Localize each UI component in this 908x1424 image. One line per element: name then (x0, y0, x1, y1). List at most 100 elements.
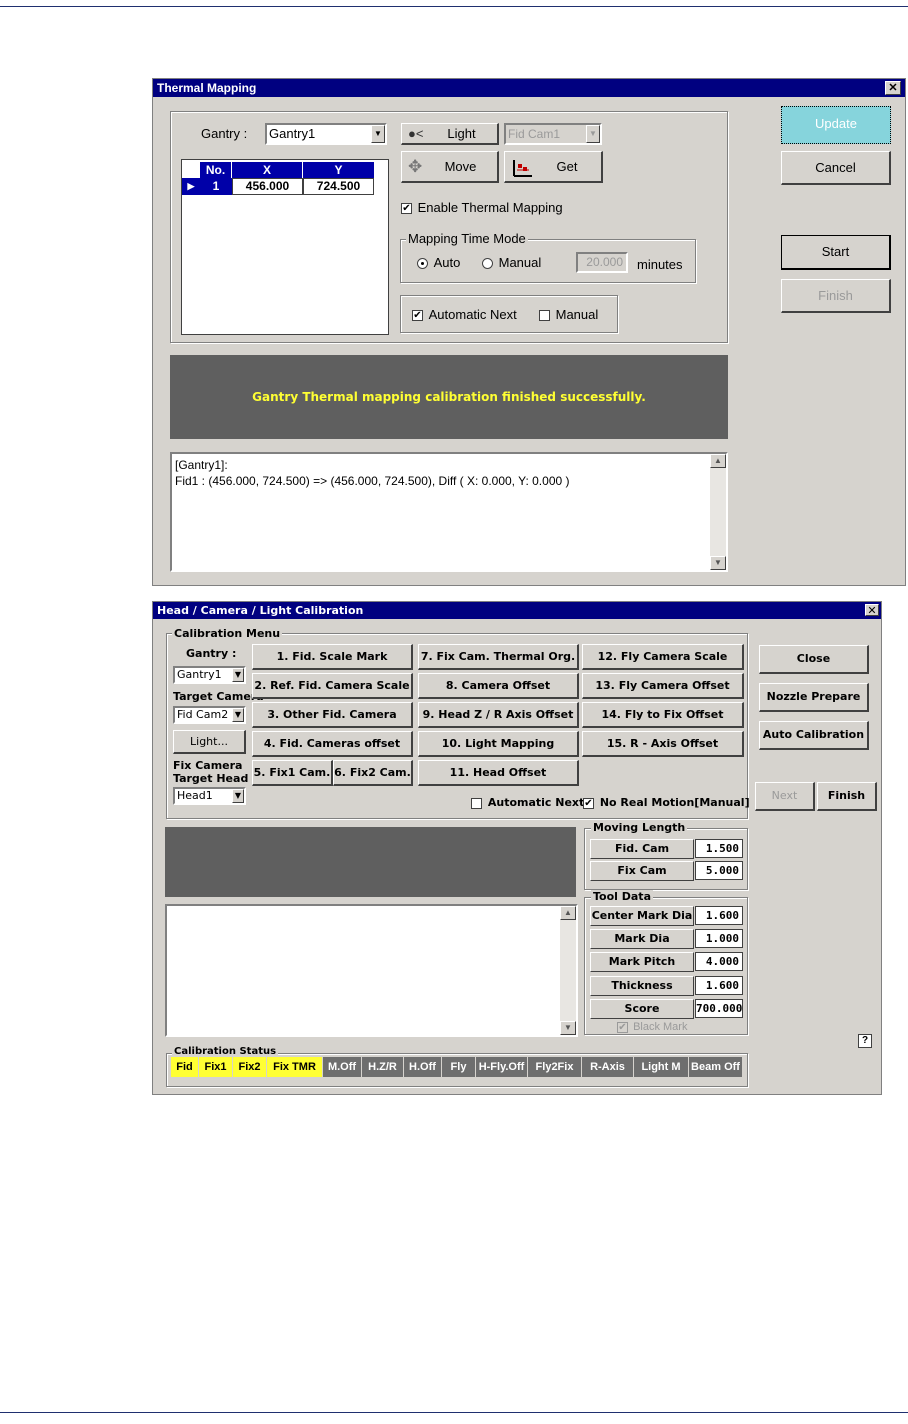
row-selector-icon: ▶ (182, 178, 200, 195)
score-input[interactable]: 700.000 (695, 999, 743, 1018)
auto-calibration-button[interactable]: Auto Calibration (759, 721, 869, 750)
log-line: Fid1 : (456.000, 724.500) => (456.000, 7… (175, 474, 570, 488)
thickness-input[interactable]: 1.600 (695, 976, 743, 995)
target-camera-select[interactable]: Fid Cam2 ▼ (173, 706, 246, 724)
status-cell-fix2: Fix2 (233, 1057, 267, 1077)
menu-fly-camera-scale-button[interactable]: 12. Fly Camera Scale (582, 644, 744, 670)
manual-radio[interactable]: Manual (482, 255, 541, 270)
mapping-time-mode-legend: Mapping Time Mode (406, 231, 528, 246)
menu-fix-cam-thermal-org-button[interactable]: 7. Fix Cam. Thermal Org. (418, 644, 579, 670)
get-position-icon (513, 160, 532, 177)
light-button[interactable]: ●< Light (401, 123, 499, 145)
target-head-select[interactable]: Head1 ▼ (173, 787, 246, 805)
value-text: 1.600 (705, 979, 739, 992)
chevron-down-icon[interactable]: ▼ (232, 668, 244, 682)
menu-label: 4. Fid. Cameras offset (263, 737, 401, 750)
status-strip: Fid Fix1 Fix2 Fix TMR M.Off H.Z/R H.Off … (171, 1057, 743, 1077)
fiducial-table[interactable]: No. X Y ▶ 1 456.000 724.500 (181, 159, 389, 335)
close-label: Close (796, 652, 831, 665)
label-text: Center Mark Dia (591, 909, 693, 922)
auto-next-check-icon[interactable]: ✔ (412, 310, 423, 322)
menu-fid-cameras-offset-button[interactable]: 4. Fid. Cameras offset (252, 731, 413, 757)
center-mark-dia-input[interactable]: 1.600 (695, 906, 743, 925)
manual-next-check-icon[interactable] (539, 310, 550, 322)
cell-y[interactable]: 724.500 (303, 178, 374, 195)
scroll-up-icon[interactable]: ▲ (560, 906, 576, 920)
col-header-x: X (232, 162, 303, 178)
menu-label: 5. Fix1 Cam. (253, 766, 331, 779)
update-button[interactable]: Update (781, 106, 891, 144)
gantry-value: Gantry1 (269, 126, 316, 141)
chevron-down-icon[interactable]: ▼ (232, 708, 244, 722)
get-button[interactable]: Get (504, 151, 603, 183)
log-box[interactable]: ▲ ▼ (165, 904, 578, 1037)
scroll-down-icon[interactable]: ▼ (710, 556, 726, 570)
no-real-motion-checkbox[interactable]: ✔ No Real Motion[Manual] (583, 796, 750, 809)
value-text: 4.000 (705, 955, 739, 968)
menu-fix1-cam-button[interactable]: 5. Fix1 Cam. (252, 760, 333, 786)
menu-other-fid-camera-scale-button[interactable]: 3. Other Fid. Camera Scale (252, 702, 413, 744)
status-cell-h-zr: H.Z/R (362, 1057, 404, 1077)
menu-fly-to-fix-offset-button[interactable]: 14. Fly to Fix Offset (582, 702, 744, 728)
enable-thermal-checkbox[interactable]: ✔ Enable Thermal Mapping (401, 200, 563, 215)
help-icon[interactable]: ? (858, 1034, 872, 1048)
menu-head-zr-axis-offset-button[interactable]: 9. Head Z / R Axis Offset (418, 702, 579, 728)
scroll-up-icon[interactable]: ▲ (710, 454, 726, 468)
fid-cam-length-input[interactable]: 1.500 (695, 839, 743, 858)
menu-r-axis-offset-button[interactable]: 15. R - Axis Offset (582, 731, 744, 757)
chevron-down-icon[interactable]: ▼ (371, 125, 385, 143)
menu-label: 12. Fly Camera Scale (597, 650, 728, 663)
close-button[interactable]: Close (759, 645, 869, 674)
menu-label: 14. Fly to Fix Offset (601, 708, 724, 721)
log-scrollbar[interactable]: ▲ ▼ (710, 454, 726, 570)
close-icon[interactable]: ✕ (885, 81, 901, 95)
score-label: Score (590, 999, 694, 1019)
mark-pitch-input[interactable]: 4.000 (695, 952, 743, 971)
no-real-motion-check-icon[interactable]: ✔ (583, 797, 594, 809)
scroll-down-icon[interactable]: ▼ (560, 1021, 576, 1035)
menu-label: 13. Fly Camera Offset (595, 679, 730, 692)
automatic-next-checkbox[interactable]: Automatic Next (471, 796, 584, 809)
nozzle-prepare-button[interactable]: Nozzle Prepare (759, 683, 869, 712)
start-button[interactable]: Start (781, 235, 891, 270)
auto-radio[interactable]: Auto (417, 255, 460, 270)
fix-cam-length-input[interactable]: 5.000 (695, 861, 743, 880)
menu-camera-offset-button[interactable]: 8. Camera Offset (418, 673, 579, 699)
radio-unselected-icon[interactable] (482, 258, 493, 270)
top-rule (0, 6, 908, 7)
automatic-next-checkbox[interactable]: ✔ Automatic Next (412, 307, 517, 322)
table-row[interactable]: ▶ 1 456.000 724.500 (182, 178, 374, 195)
gantry-select[interactable]: Gantry1 ▼ (265, 123, 387, 145)
cell-x[interactable]: 456.000 (232, 178, 303, 195)
log-box[interactable]: [Gantry1]: Fid1 : (456.000, 724.500) => … (170, 452, 728, 572)
light-button[interactable]: Light... (173, 730, 246, 754)
gantry-select[interactable]: Gantry1 ▼ (173, 666, 246, 684)
finish-button: Finish (781, 279, 891, 313)
enable-check-icon[interactable]: ✔ (401, 203, 412, 215)
menu-fix2-cam-button[interactable]: 6. Fix2 Cam. (333, 760, 413, 786)
menu-head-offset-button[interactable]: 11. Head Offset (418, 760, 579, 786)
bulb-icon: ●< (408, 126, 424, 141)
manual-next-checkbox[interactable]: Manual (539, 307, 598, 322)
chevron-down-icon[interactable]: ▼ (232, 789, 244, 803)
menu-ref-fid-camera-scale-button[interactable]: 2. Ref. Fid. Camera Scale (252, 673, 413, 699)
move-button[interactable]: ✥ Move (401, 151, 499, 183)
menu-fid-scale-mark-button[interactable]: 1. Fid. Scale Mark Position (252, 644, 413, 686)
target-camera-value: Fid Cam2 (177, 708, 229, 721)
tool-data-legend: Tool Data (591, 890, 653, 903)
mark-dia-input[interactable]: 1.000 (695, 929, 743, 948)
log-scrollbar[interactable]: ▲ ▼ (560, 906, 576, 1035)
close-icon[interactable]: ✕ (865, 604, 879, 617)
window-title: Thermal Mapping (157, 81, 257, 95)
light-button-label: Light... (190, 735, 228, 748)
radio-selected-icon[interactable] (417, 258, 428, 270)
fix-camera-label: Fix Camera (173, 759, 243, 772)
finish-button[interactable]: Finish (817, 782, 877, 811)
table-header: No. X Y (200, 162, 374, 178)
menu-fly-camera-offset-button[interactable]: 13. Fly Camera Offset (582, 673, 744, 699)
cancel-label: Cancel (815, 160, 856, 175)
status-message: Gantry Thermal mapping calibration finis… (252, 390, 646, 404)
menu-light-mapping-button[interactable]: 10. Light Mapping (418, 731, 579, 757)
auto-next-check-icon[interactable] (471, 797, 482, 809)
cancel-button[interactable]: Cancel (781, 151, 891, 185)
